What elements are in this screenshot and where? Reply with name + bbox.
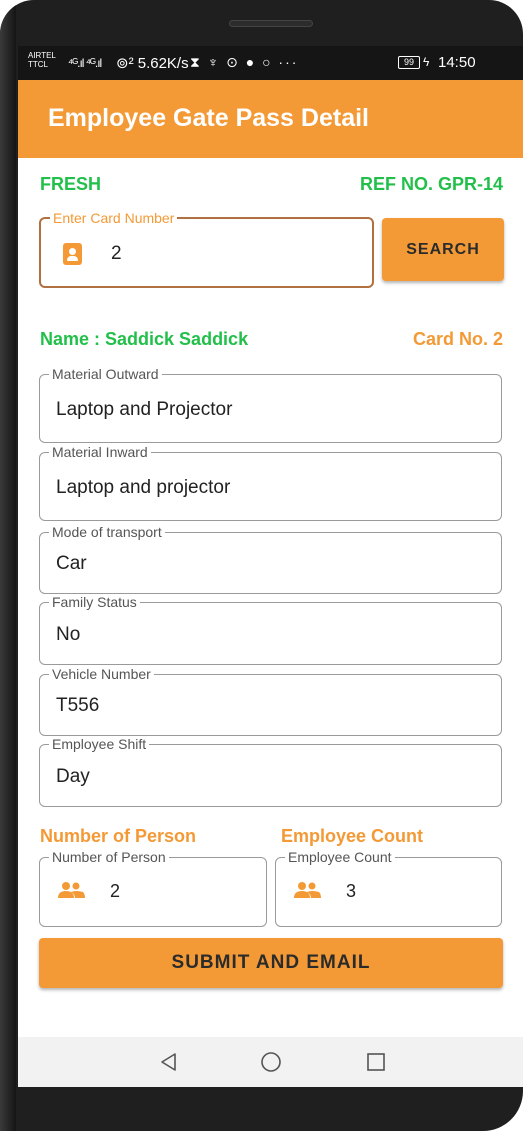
carrier-names: AIRTEL TTCL xyxy=(28,51,56,69)
material-outward-field[interactable]: Material Outward Laptop and Projector xyxy=(39,366,502,443)
people-icon xyxy=(58,882,85,898)
pass-status: FRESH xyxy=(40,174,102,194)
mode-of-transport-value[interactable]: Car xyxy=(56,553,87,575)
employee-shift-label: Employee Shift xyxy=(49,736,150,752)
card-number-field[interactable]: Enter Card Number 2 xyxy=(39,210,374,288)
vehicle-number-value[interactable]: T556 xyxy=(56,695,99,717)
earpiece-speaker xyxy=(229,20,313,27)
material-outward-label: Material Outward xyxy=(49,366,162,382)
employee-card-number: Card No. 2 xyxy=(412,329,503,349)
notification-icons: ⧗ ♆ ⊙ ● ○ ··· xyxy=(190,54,299,70)
vehicle-number-label: Vehicle Number xyxy=(49,666,154,682)
home-icon[interactable] xyxy=(260,1051,282,1073)
employee-count-label: Employee Count xyxy=(285,849,395,865)
people-icon xyxy=(294,882,321,898)
card-number-label: Enter Card Number xyxy=(50,210,178,226)
ref-number: REF NO. GPR-14 xyxy=(359,174,503,194)
navigation-bar xyxy=(18,1037,523,1087)
employee-count-heading: Employee Count xyxy=(281,826,424,846)
employee-shift-value[interactable]: Day xyxy=(56,766,90,788)
family-status-value[interactable]: No xyxy=(56,624,80,646)
card-number-input[interactable]: 2 xyxy=(111,243,122,265)
employee-count-value[interactable]: 3 xyxy=(346,881,356,902)
phone-edge xyxy=(0,0,16,1131)
status-time: 14:50 xyxy=(438,54,476,71)
number-of-person-heading: Number of Person xyxy=(40,826,197,846)
material-inward-field[interactable]: Material Inward Laptop and projector xyxy=(39,444,502,521)
number-of-person-value[interactable]: 2 xyxy=(110,881,120,902)
charging-icon: ϟ xyxy=(423,55,430,69)
signal-icon: ⁴ᴳ.ıl ⁴ᴳ.ıl xyxy=(68,56,102,70)
family-status-field[interactable]: Family Status No xyxy=(39,594,502,665)
search-button[interactable]: SEARCH xyxy=(382,218,504,281)
material-outward-value[interactable]: Laptop and Projector xyxy=(56,399,232,421)
material-inward-label: Material Inward xyxy=(49,444,151,460)
screen: AIRTEL TTCL ⁴ᴳ.ıl ⁴ᴳ.ıl ⊚² 5.62K/s ⧗ ♆ ⊙… xyxy=(18,46,523,1087)
number-of-person-label: Number of Person xyxy=(49,849,169,865)
submit-and-email-button[interactable]: SUBMIT AND EMAIL xyxy=(39,938,503,988)
mode-of-transport-field[interactable]: Mode of transport Car xyxy=(39,524,502,594)
employee-count-field[interactable]: Employee Count 3 xyxy=(275,849,502,927)
employee-shift-field[interactable]: Employee Shift Day xyxy=(39,736,502,807)
badge-icon xyxy=(63,243,82,265)
page-title: Employee Gate Pass Detail xyxy=(48,104,369,132)
network-speed: ⊚² 5.62K/s xyxy=(116,55,189,72)
status-bar: AIRTEL TTCL ⁴ᴳ.ıl ⁴ᴳ.ıl ⊚² 5.62K/s ⧗ ♆ ⊙… xyxy=(18,46,523,80)
phone-frame: AIRTEL TTCL ⁴ᴳ.ıl ⁴ᴳ.ıl ⊚² 5.62K/s ⧗ ♆ ⊙… xyxy=(0,0,523,1131)
material-inward-value[interactable]: Laptop and projector xyxy=(56,477,230,499)
vehicle-number-field[interactable]: Vehicle Number T556 xyxy=(39,666,502,736)
family-status-label: Family Status xyxy=(49,594,140,610)
battery-icon: 99 xyxy=(398,56,420,69)
app-bar: Employee Gate Pass Detail xyxy=(18,80,523,158)
back-icon[interactable] xyxy=(158,1051,180,1073)
mode-of-transport-label: Mode of transport xyxy=(49,524,165,540)
employee-name: Name : Saddick Saddick xyxy=(40,329,249,349)
number-of-person-field[interactable]: Number of Person 2 xyxy=(39,849,267,927)
recents-icon[interactable] xyxy=(365,1051,387,1073)
